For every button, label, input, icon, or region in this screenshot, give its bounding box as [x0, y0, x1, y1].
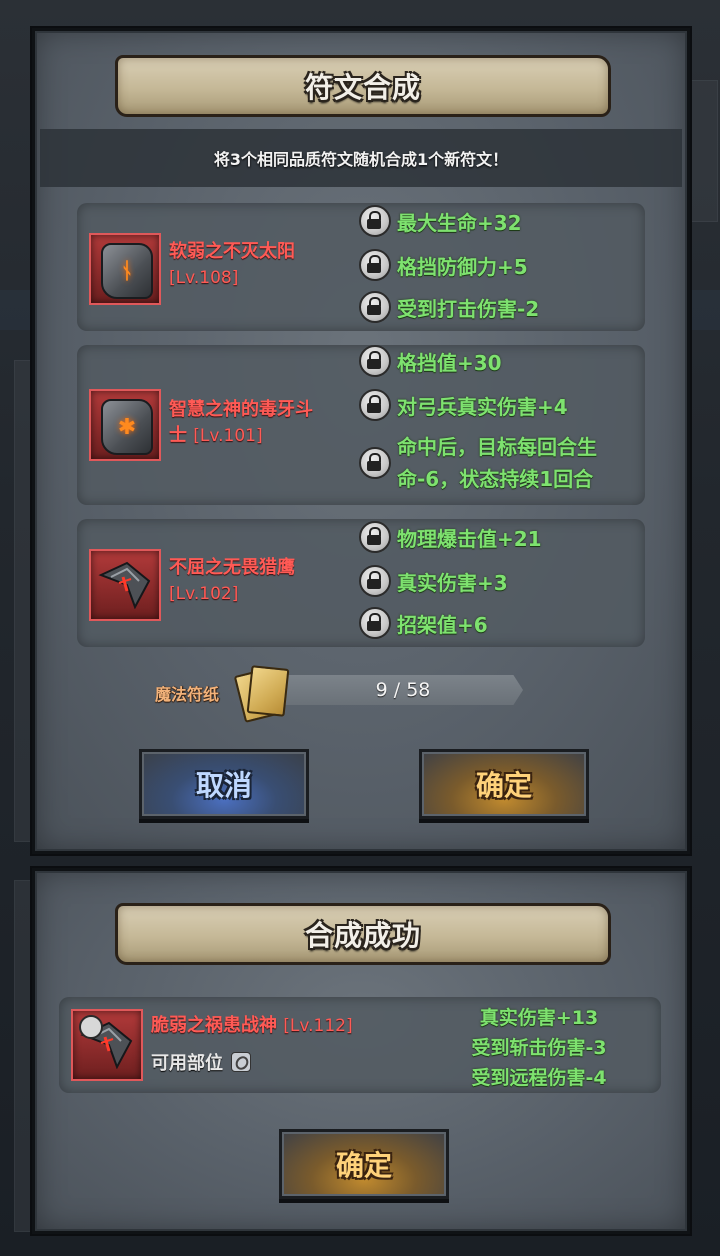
- background-side-tab: [686, 80, 718, 222]
- rune-card-3[interactable]: 不屈之无畏猎鹰 [Lv.102] 物理爆击值+21 真实伤害+3 招架值+6: [77, 519, 645, 647]
- instruction-text: 将3个相同品质符文随机合成1个新符文！: [213, 150, 509, 169]
- rune-stat: 对弓兵真实伤害+4: [359, 389, 568, 421]
- magic-paper-icon: [233, 663, 291, 723]
- instruction-bar: 将3个相同品质符文随机合成1个新符文！: [40, 129, 682, 187]
- rune-name-text: 不屈之无畏猎鹰: [169, 557, 295, 578]
- result-stat: 真实伤害+13: [479, 1007, 599, 1029]
- material-row: 魔法符纸 9 / 58: [155, 665, 595, 723]
- rune-slot-3[interactable]: [89, 549, 161, 621]
- slot-info-icon[interactable]: [231, 1052, 251, 1072]
- result-rune-name: 脆弱之祸患战神 [Lv.112]: [151, 1015, 353, 1036]
- dialog-title: 符文合成: [304, 71, 421, 104]
- title-banner: 符文合成: [115, 55, 611, 117]
- rune-level: [Lv.102]: [169, 584, 239, 604]
- lock-icon[interactable]: [79, 1015, 103, 1039]
- lock-icon[interactable]: [359, 447, 391, 479]
- material-label: 魔法符纸: [155, 685, 220, 704]
- blade-rune-icon: [98, 561, 151, 609]
- rune-synthesis-dialog: 符文合成 将3个相同品质符文随机合成1个新符文！ ᚾ 软弱之不灭太阳 [Lv.1…: [32, 28, 690, 854]
- lock-icon[interactable]: [359, 345, 391, 377]
- rune-slot-2[interactable]: ✱: [89, 389, 161, 461]
- lock-icon[interactable]: [359, 249, 391, 281]
- lock-icon[interactable]: [359, 389, 391, 421]
- lock-icon[interactable]: [359, 291, 391, 323]
- result-rune-card[interactable]: 脆弱之祸患战神 [Lv.112] 可用部位 真实伤害+13 受到斩击伤害-3 受…: [59, 997, 661, 1093]
- dialog-title: 合成成功: [304, 919, 421, 952]
- material-count-bar: 9 / 58: [283, 675, 523, 705]
- title-banner: 合成成功: [115, 903, 611, 965]
- lock-icon[interactable]: [359, 205, 391, 237]
- slot-label: 可用部位: [151, 1049, 251, 1075]
- rune-card-2[interactable]: ✱ 智慧之神的毒牙斗 士 [Lv.101] 格挡值+30 对弓兵真实伤害+4 命…: [77, 345, 645, 505]
- synthesis-success-dialog: 合成成功 脆弱之祸患战神 [Lv.112] 可用部位 真实伤害+13 受到斩击伤…: [32, 868, 690, 1234]
- rune-name-text: 智慧之神的毒牙斗: [169, 399, 313, 420]
- rune-name-2: 智慧之神的毒牙斗 士 [Lv.101]: [169, 397, 313, 449]
- stone-rune-icon: ✱: [101, 399, 153, 455]
- result-rune-slot[interactable]: [71, 1009, 143, 1081]
- rune-stat: 格挡防御力+5: [359, 249, 528, 281]
- rune-name-text-cont: 士: [169, 425, 187, 446]
- rune-card-1[interactable]: ᚾ 软弱之不灭太阳 [Lv.108] 最大生命+32 格挡防御力+5 受到打击伤…: [77, 203, 645, 331]
- success-confirm-button[interactable]: 确定: [279, 1129, 449, 1199]
- lock-icon[interactable]: [359, 607, 391, 639]
- rune-name-3: 不屈之无畏猎鹰 [Lv.102]: [169, 555, 295, 607]
- rune-stat: 真实伤害+3: [359, 565, 508, 597]
- rune-level: [Lv.101]: [193, 426, 263, 446]
- stone-rune-icon: ᚾ: [101, 243, 153, 299]
- rune-stat: 最大生命+32: [359, 205, 522, 237]
- rune-name-1: 软弱之不灭太阳 [Lv.108]: [169, 239, 295, 291]
- rune-stat: 命中后，目标每回合生 命-6，状态持续1回合: [359, 431, 597, 495]
- rune-slot-1[interactable]: ᚾ: [89, 233, 161, 305]
- rune-stat: 招架值+6: [359, 607, 488, 639]
- confirm-button[interactable]: 确定: [419, 749, 589, 819]
- result-stat: 受到远程伤害-4: [471, 1067, 607, 1089]
- rune-stat: 受到打击伤害-2: [359, 291, 539, 323]
- rune-level: [Lv.108]: [169, 268, 239, 288]
- result-stat: 受到斩击伤害-3: [471, 1037, 607, 1059]
- lock-icon[interactable]: [359, 565, 391, 597]
- cancel-button[interactable]: 取消: [139, 749, 309, 819]
- rune-stat: 格挡值+30: [359, 345, 502, 377]
- rune-stat: 物理爆击值+21: [359, 521, 542, 553]
- material-count: 9 / 58: [375, 679, 431, 701]
- rune-name-text: 软弱之不灭太阳: [169, 241, 295, 262]
- lock-icon[interactable]: [359, 521, 391, 553]
